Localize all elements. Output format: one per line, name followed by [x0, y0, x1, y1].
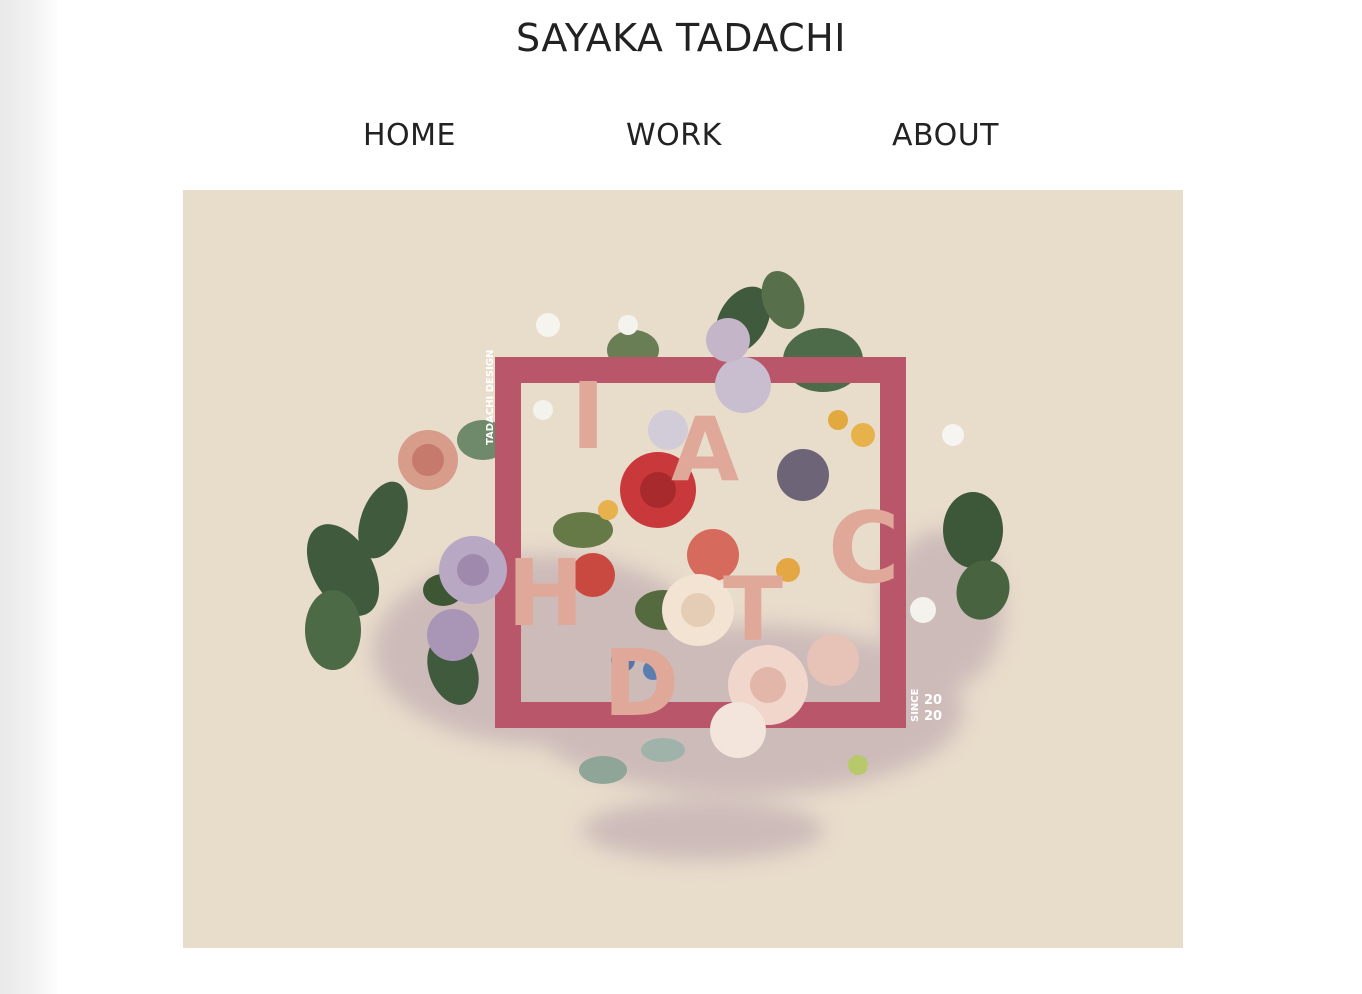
- nav-home-link[interactable]: HOME: [363, 118, 456, 153]
- logo-side-text: TADACHI DESIGN: [485, 350, 496, 445]
- hero-banner: I A H C T D TADACHI DESIGN SINCE 20 20: [183, 190, 1183, 948]
- site-title[interactable]: SAYAKA TADACHI: [0, 16, 1362, 60]
- logo-letter-a: A: [671, 398, 739, 501]
- logo-letter-d: D: [603, 630, 679, 737]
- since-label: SINCE: [910, 688, 921, 722]
- nav-about-link[interactable]: ABOUT: [892, 118, 999, 153]
- logo-letter-h: H: [507, 540, 584, 647]
- logo-letter-t: T: [723, 558, 783, 661]
- nav-work-link[interactable]: WORK: [626, 118, 722, 153]
- floral-logo-artwork: I A H C T D TADACHI DESIGN SINCE 20 20: [305, 270, 1010, 860]
- page-left-shadow: [0, 0, 60, 994]
- logo-letter-c: C: [828, 492, 900, 606]
- since-year-top: 20: [924, 693, 942, 708]
- since-year-bottom: 20: [924, 709, 942, 724]
- logo-letter-i: I: [571, 363, 605, 470]
